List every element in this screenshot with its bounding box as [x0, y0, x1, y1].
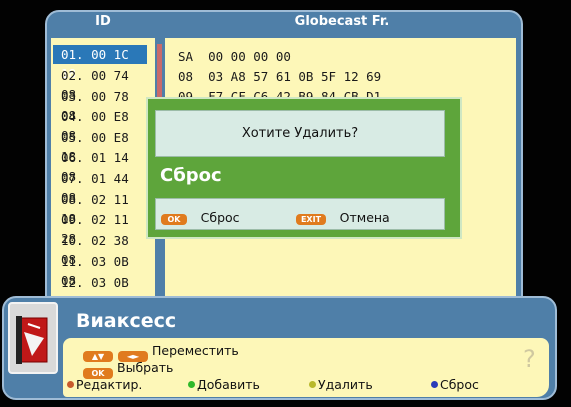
add-label[interactable]: Добавить [197, 377, 260, 392]
id-column-header: ID [95, 14, 111, 29]
ok-key-icon: OK [161, 214, 187, 225]
edit-label[interactable]: Редактир. [76, 377, 142, 392]
id-list-item[interactable]: 05. 00 E8 18 [53, 128, 147, 164]
id-list-item[interactable]: 02. 00 74 08 [53, 66, 147, 102]
help-icon[interactable]: ? [523, 345, 536, 373]
id-list-item[interactable]: 12. 03 0B 0E [53, 273, 147, 309]
app-title: Виаксесс [76, 310, 177, 332]
reset-label[interactable]: Сброс [440, 377, 479, 392]
delete-label[interactable]: Удалить [318, 377, 373, 392]
dialog-exit-label: Отмена [339, 210, 390, 225]
book-icon [8, 302, 58, 374]
yellow-button-icon [309, 381, 316, 388]
dialog-ok-button[interactable]: OK Сброс [161, 207, 240, 226]
select-label: Выбрать [117, 360, 174, 375]
id-list-item[interactable]: 03. 00 78 08 [53, 87, 147, 123]
dialog-ok-label: Сброс [200, 210, 240, 225]
provider-header: Globecast Fr. [294, 14, 390, 29]
move-label: Переместить [152, 343, 239, 358]
id-list-item[interactable]: 11. 03 0B 08 [53, 252, 147, 288]
green-button-icon [188, 381, 195, 388]
dialog-exit-button[interactable]: EXIT Отмена [296, 207, 390, 226]
id-list: 01. 00 1C 18 02. 00 74 08 03. 00 78 08 0… [51, 38, 155, 309]
id-list-item[interactable]: 08. 02 11 18 [53, 190, 147, 226]
exit-key-icon: EXIT [296, 214, 326, 225]
id-list-item[interactable]: 09. 02 11 28 [53, 210, 147, 246]
data-line: 08 03 A8 57 61 0B 5F 12 69 [178, 69, 382, 84]
id-list-item[interactable]: 01. 00 1C 18 [53, 45, 147, 81]
red-button-icon [67, 381, 74, 388]
id-list-item[interactable]: 06. 01 14 08 [53, 148, 147, 184]
id-list-item[interactable]: 10. 02 38 08 [53, 231, 147, 267]
blue-button-icon [431, 381, 438, 388]
id-list-item[interactable]: 04. 00 E8 08 [53, 107, 147, 143]
id-list-item[interactable]: 07. 01 44 08 [53, 169, 147, 205]
dialog-message: Хотите Удалить? [241, 126, 359, 141]
dialog-title: Сброс [160, 165, 222, 186]
data-line: SA 00 00 00 00 [178, 49, 291, 64]
